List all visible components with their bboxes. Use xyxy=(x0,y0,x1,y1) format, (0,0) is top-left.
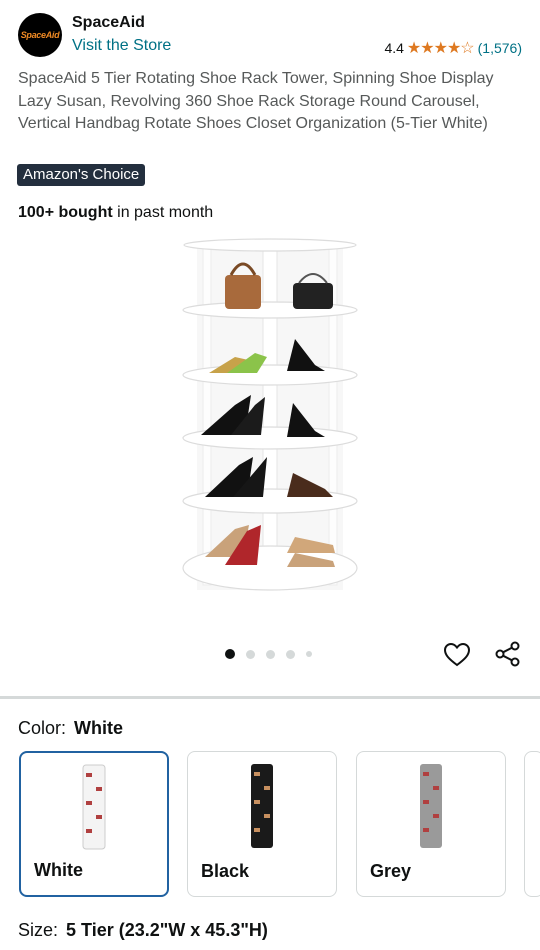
rating-summary[interactable]: 4.4 ★★★★☆ (1,576) xyxy=(384,38,522,58)
color-option-white[interactable]: White xyxy=(19,751,169,897)
color-option-grey[interactable]: Grey xyxy=(356,751,506,897)
color-option-label: White xyxy=(34,860,83,880)
size-selection[interactable]: Size: 5 Tier (23.2"W x 45.3"H) xyxy=(18,920,268,941)
image-pagination[interactable] xyxy=(225,649,312,659)
amazons-choice-badge[interactable]: Amazon's Choice xyxy=(17,164,146,186)
review-count[interactable]: (1,576) xyxy=(478,40,522,56)
pagination-dot[interactable] xyxy=(266,649,275,659)
pagination-dot[interactable] xyxy=(225,649,235,659)
grey-rack-thumbnail xyxy=(420,764,442,848)
color-selected-value: White xyxy=(74,718,124,738)
visit-store-link[interactable]: Visit the Store xyxy=(72,37,171,55)
rating-value: 4.4 xyxy=(384,40,404,56)
pagination-dot[interactable] xyxy=(306,651,312,657)
white-rack-thumbnail xyxy=(82,764,106,850)
color-option-label: Grey xyxy=(370,861,412,881)
brand-logo-text: SpaceAid xyxy=(20,30,60,40)
purchase-count-bold: 100+ bought xyxy=(18,204,113,221)
color-option-label: Black xyxy=(201,861,250,881)
share-icon[interactable] xyxy=(494,640,522,668)
black-rack-thumbnail xyxy=(251,764,273,848)
size-label: Size: xyxy=(18,920,59,940)
brand-logo[interactable]: SpaceAid xyxy=(18,13,62,57)
product-title: SpaceAid 5 Tier Rotating Shoe Rack Tower… xyxy=(18,70,494,132)
pagination-dot[interactable] xyxy=(246,649,255,659)
color-option-more[interactable] xyxy=(524,751,540,897)
purchase-count-rest: in past month xyxy=(112,204,214,221)
rating-stars-icon: ★★★★☆ xyxy=(406,40,475,57)
section-divider xyxy=(0,696,540,699)
color-label: Color: xyxy=(18,718,67,738)
brand-name: SpaceAid xyxy=(72,14,145,31)
size-selected-value: 5 Tier (23.2"W x 45.3"H) xyxy=(66,920,268,940)
color-selection: Color: White xyxy=(18,718,123,739)
heart-icon[interactable] xyxy=(443,641,471,669)
product-image[interactable] xyxy=(175,235,365,605)
purchase-count: 100+ bought in past month xyxy=(18,204,213,222)
color-option-black[interactable]: Black xyxy=(187,751,337,897)
pagination-dot[interactable] xyxy=(286,649,295,659)
